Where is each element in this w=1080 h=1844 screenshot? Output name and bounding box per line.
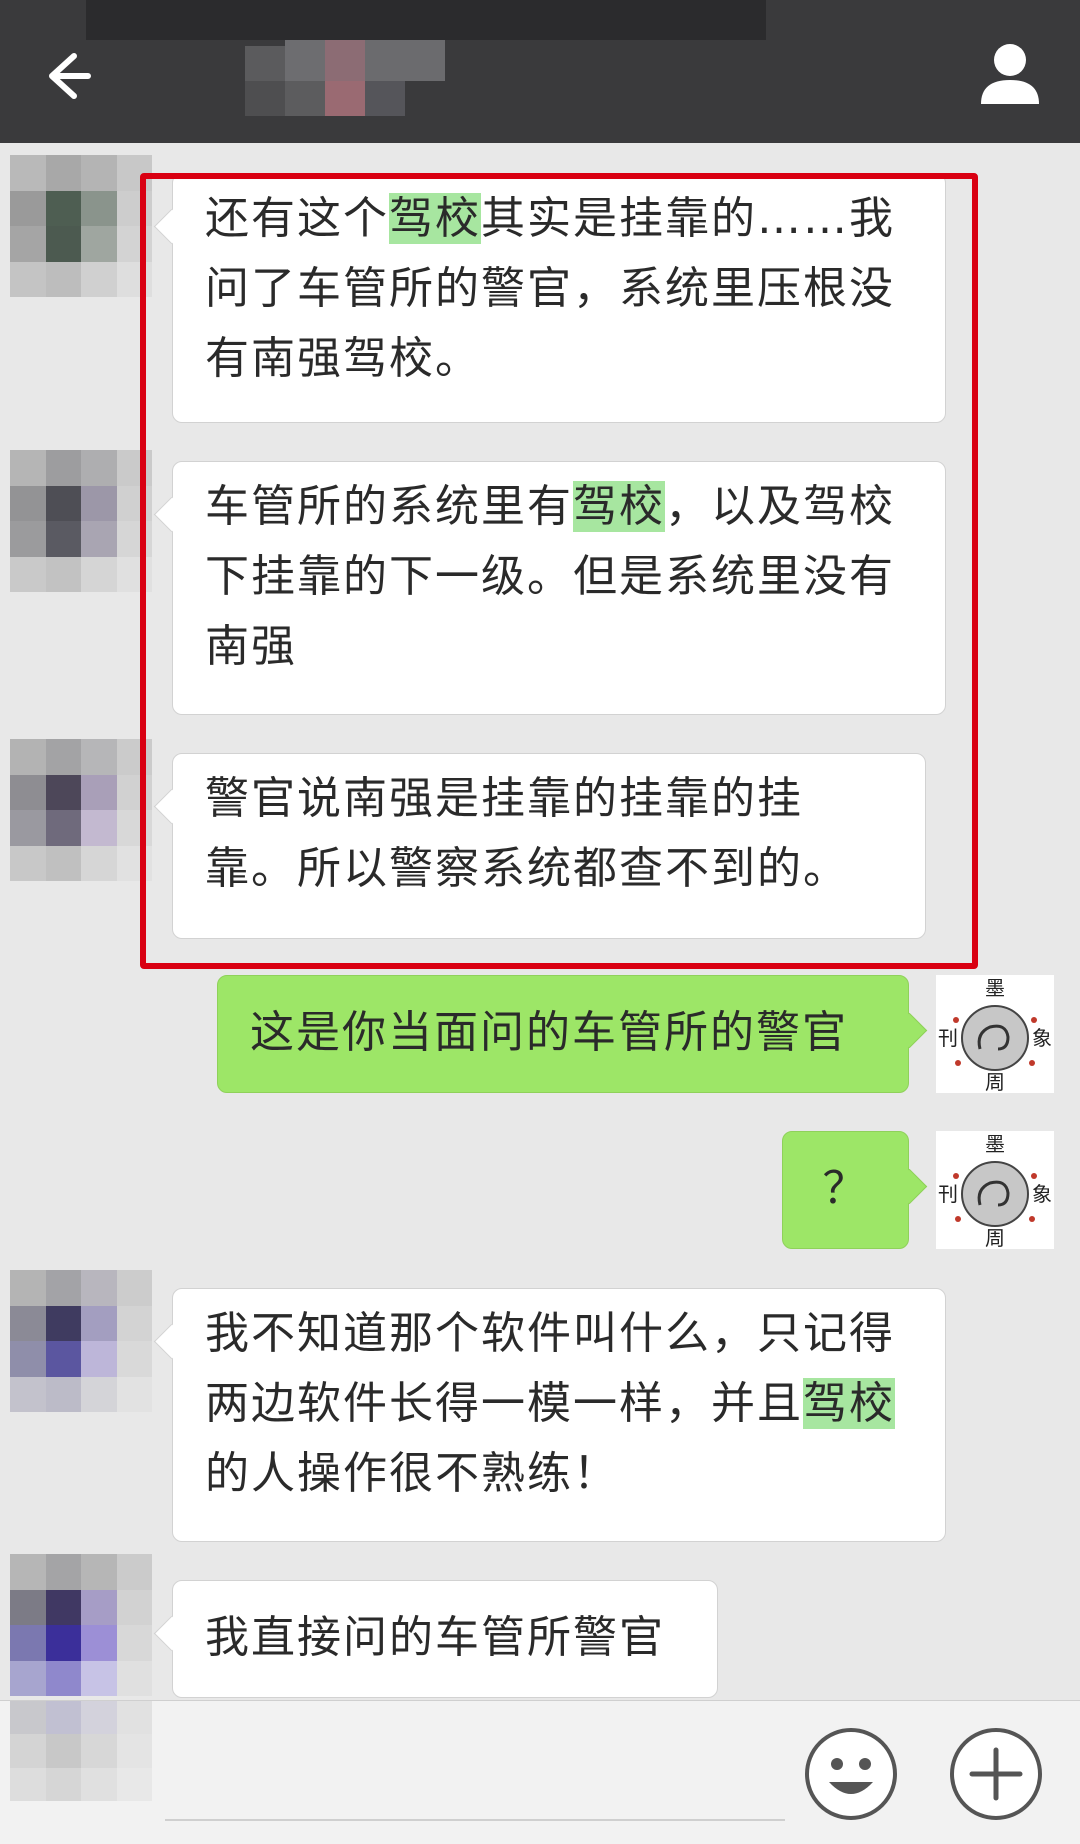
elephant-icon: 墨 刊 象 周	[938, 1132, 1052, 1250]
avatar-char: 墨	[985, 976, 1005, 1000]
message-text: 我不知道那个软件叫什么，只记得两边软件长得一模一样，并且	[205, 1308, 895, 1429]
arrow-left-icon	[49, 53, 91, 99]
message-bubble-received[interactable]: 我直接问的车管所警官	[172, 1580, 718, 1698]
message-bubble-received[interactable]: 警官说南强是挂靠的挂靠的挂靠。所以警察系统都查不到的。	[172, 753, 926, 939]
avatar-self[interactable]: 墨 刊 象 周	[936, 1131, 1054, 1250]
message-text: 车管所的系统里有	[205, 481, 573, 532]
message-text: 这是你当面问的车管所的警官	[250, 1007, 848, 1058]
avatar-contact[interactable]	[10, 450, 152, 592]
message-input[interactable]	[165, 1819, 785, 1821]
emoji-button[interactable]	[803, 1726, 899, 1822]
avatar-char: 墨	[985, 1132, 1005, 1156]
message-text: 的人操作很不熟练！	[205, 1448, 619, 1499]
message-text: 我直接问的车管所警官	[205, 1612, 665, 1663]
status-bar-blurred	[86, 0, 766, 40]
avatar-char: 刊	[938, 1182, 958, 1206]
message-bubble-sent[interactable]: 这是你当面问的车管所的警官	[217, 975, 909, 1093]
message-bubble-received[interactable]: 车管所的系统里有驾校，以及驾校下挂靠的下一级。但是系统里没有南强	[172, 461, 946, 715]
input-bar	[0, 1700, 1080, 1844]
avatar-char: 刊	[938, 1026, 958, 1050]
plus-icon	[950, 1728, 1042, 1820]
avatar-char: 周	[985, 1226, 1005, 1249]
chat-info-button[interactable]	[975, 38, 1045, 108]
more-button[interactable]	[948, 1726, 1044, 1822]
message-list[interactable]: 还有这个驾校其实是挂靠的……我问了车管所的警官，系统里压根没有南强驾校。 车管所…	[0, 143, 1080, 1700]
avatar-contact[interactable]	[10, 155, 152, 297]
message-text: 警官说南强是挂靠的挂靠的挂靠。所以警察系统都查不到的。	[205, 773, 849, 894]
message-bubble-received[interactable]: 我不知道那个软件叫什么，只记得两边软件长得一模一样，并且驾校的人操作很不熟练！	[172, 1288, 946, 1542]
avatar-contact[interactable]	[10, 1270, 152, 1412]
message-text: 还有这个	[205, 193, 389, 244]
avatar-char: 象	[1032, 1182, 1052, 1206]
avatar-contact-partial	[10, 1701, 152, 1801]
person-icon	[981, 44, 1039, 104]
avatar-self[interactable]: 墨 刊 象 周	[936, 975, 1054, 1094]
avatar-contact[interactable]	[10, 1554, 152, 1696]
avatar-char: 周	[985, 1070, 1005, 1093]
chat-title-pixelated	[245, 40, 495, 116]
message-text: ？	[822, 1163, 869, 1214]
elephant-icon: 墨 刊 象 周	[938, 976, 1052, 1094]
message-bubble-sent[interactable]: ？	[782, 1131, 909, 1249]
search-highlight: 驾校	[573, 481, 665, 532]
avatar-contact[interactable]	[10, 739, 152, 881]
title-bar	[0, 0, 1080, 143]
search-highlight: 驾校	[803, 1378, 895, 1429]
avatar-char: 象	[1032, 1026, 1052, 1050]
smiley-icon	[805, 1728, 897, 1820]
back-button[interactable]	[40, 48, 96, 104]
message-bubble-received[interactable]: 还有这个驾校其实是挂靠的……我问了车管所的警官，系统里压根没有南强驾校。	[172, 173, 946, 423]
search-highlight: 驾校	[389, 193, 481, 244]
